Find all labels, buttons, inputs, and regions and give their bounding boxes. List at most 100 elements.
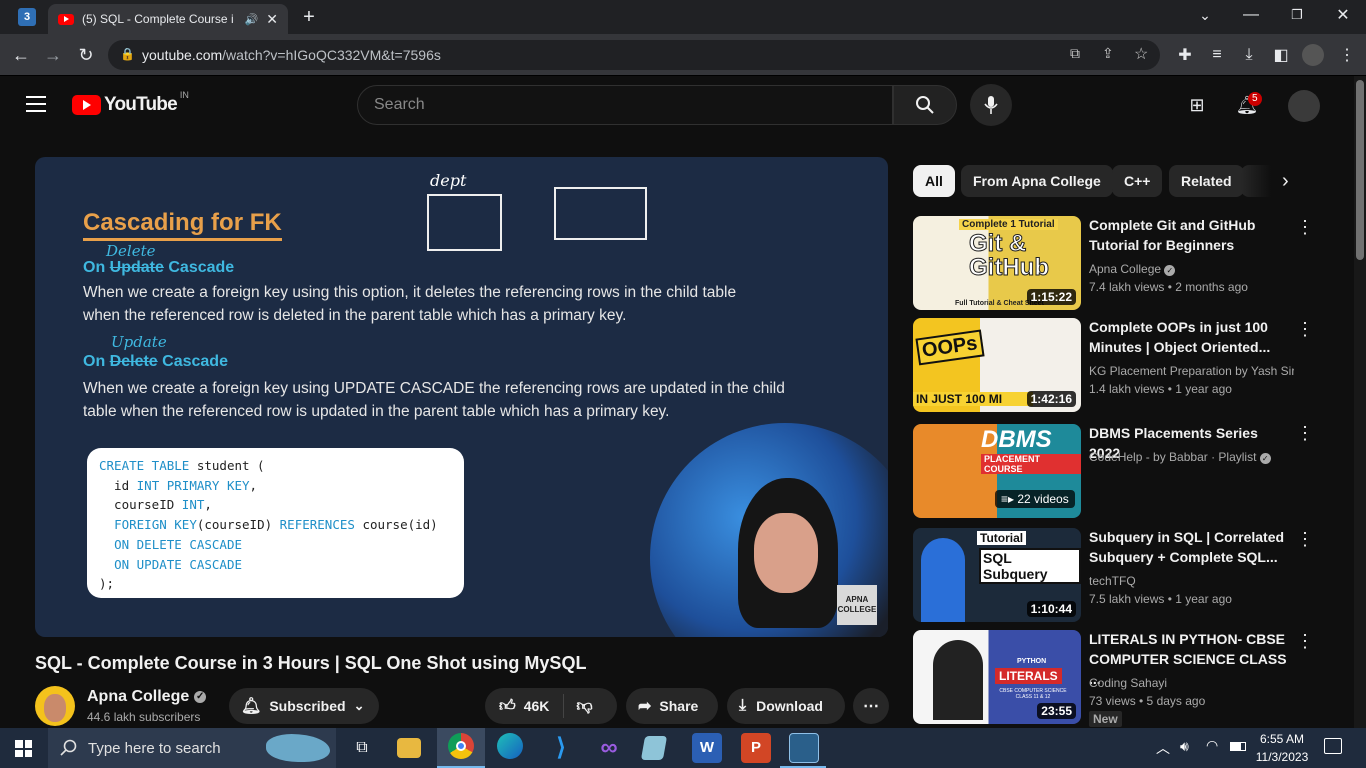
dislike-button[interactable]: 👎︎ [564,697,604,716]
youtube-logo-icon [72,95,101,115]
heading2-struck: Delete [109,353,158,370]
account-avatar[interactable] [1288,90,1320,122]
channel-avatar[interactable] [35,686,75,726]
battery-icon[interactable] [1230,742,1246,751]
youtube-logo[interactable]: YouTube IN [72,90,189,116]
recommendation-thumbnail[interactable]: Tutorial SQL Subquery 1:10:44 [913,528,1081,622]
media-icon[interactable]: ≡ [1206,44,1228,66]
paragraph-update-cascade: When we create a foreign key using UPDAT… [83,377,785,423]
recommendation-menu-icon[interactable]: ⋮ [1296,529,1314,550]
minimize-icon[interactable]: — [1240,4,1262,26]
download-arrow-icon: ⤓ [739,697,747,714]
taskbar-search-placeholder: Type here to search [88,739,221,757]
wifi-icon[interactable]: ◠ [1206,737,1218,754]
microphone-icon [984,96,998,114]
clock-time[interactable]: 6:55 AM [1258,732,1306,746]
chip-from-apna-college[interactable]: From Apna College [961,165,1113,197]
address-bar[interactable]: 🔒 youtube.com/watch?v=hIGoQC332VM&t=7596… [108,40,1160,70]
page-scrollbar[interactable] [1354,76,1366,728]
volume-icon[interactable]: 🔊︎ [1180,738,1189,755]
taskbar-search-box[interactable]: Type here to search [48,728,336,768]
tab-search-chevron-icon[interactable]: ⌄ [1194,4,1216,26]
side-panel-icon[interactable]: ◧ [1270,44,1292,66]
search-input[interactable]: Search [357,85,893,125]
tab-search-icon[interactable]: 3 [18,8,36,26]
edge-icon[interactable] [497,733,523,759]
tab-close-icon[interactable]: ✕ [266,11,278,28]
verified-icon: ✓ [1259,453,1271,464]
like-count: 46K [523,698,550,714]
recommendation-channel[interactable]: techTFQ [1089,572,1136,590]
close-window-icon[interactable]: ✕ [1332,4,1354,26]
recommendation-channel[interactable]: KG Placement Preparation by Yash Sir [1089,362,1294,380]
snipping-tool-icon[interactable] [789,733,819,763]
recommendation-thumbnail[interactable]: PYTHON LITERALS CBSE COMPUTER SCIENCE CL… [913,630,1081,724]
channel-name[interactable]: Apna College ✓ [87,688,207,706]
recommendation-title[interactable]: Subquery in SQL | Correlated Subquery + C… [1089,527,1289,567]
new-tab-icon[interactable]: + [298,6,320,28]
share-button[interactable]: ➦ Share [626,688,718,724]
paragraph1-line2: when the referenced row is deleted in th… [83,307,627,324]
create-video-icon[interactable]: ⊞ [1186,94,1208,116]
search-highlight-whale-icon [266,734,330,762]
recommendation-menu-icon[interactable]: ⋮ [1296,217,1314,238]
file-explorer-icon[interactable] [397,738,421,758]
chip-cpp[interactable]: C++ [1112,165,1163,197]
like-button[interactable]: 👍︎ 46K [485,694,565,718]
recommendation-title[interactable]: Complete Git and GitHub Tutorial for Begi… [1089,215,1289,255]
recommendation-menu-icon[interactable]: ⋮ [1296,319,1314,340]
share-page-icon[interactable]: ⇪ [1102,45,1114,62]
recommendation-menu-icon[interactable]: ⋮ [1296,631,1314,652]
recommendation-thumbnail[interactable]: OOPs IN JUST 100 MI 1:42:16 [913,318,1081,412]
chips-next-chevron-icon[interactable]: › [1282,170,1289,193]
task-view-icon[interactable]: ⧉ [347,733,377,763]
powerpoint-icon[interactable]: P [741,733,771,763]
hamburger-menu-icon[interactable] [26,96,46,112]
visual-studio-icon[interactable]: ∞ [594,733,624,763]
forward-icon[interactable]: → [42,44,64,66]
speaker-icon: 🔊 [244,13,259,26]
vscode-icon[interactable]: ⟩ [546,733,576,763]
chip-all[interactable]: All [913,165,955,197]
extensions-icon[interactable]: ✚ [1174,44,1196,66]
voice-search-button[interactable] [970,84,1012,126]
lock-icon: 🔒 [120,47,135,61]
share-arrow-icon: ➦ [638,698,652,715]
tray-chevron-up-icon[interactable]: ︿ [1156,738,1170,758]
reload-icon[interactable]: ↻ [75,44,97,66]
thumb-subtitle: Complete 1 Tutorial [959,219,1058,230]
windows-start-icon[interactable] [15,740,32,757]
download-button[interactable]: ⤓ Download [727,688,845,724]
video-duration: 23:55 [1037,703,1076,719]
profile-avatar[interactable] [1302,44,1324,66]
bookmark-star-icon[interactable]: ☆ [1134,44,1148,64]
browser-tab-active[interactable]: (5) SQL - Complete Course i 🔊 ✕ [48,4,288,34]
download-icon[interactable]: ⤓ [1238,44,1260,66]
search-button[interactable] [893,85,957,125]
thumb-title: Git & GitHub [969,230,1050,281]
recommendation-menu-icon[interactable]: ⋮ [1296,423,1314,444]
notes-app-icon[interactable] [640,736,668,760]
chrome-icon[interactable] [448,733,474,759]
playlist-thumbnail[interactable]: DBMS PLACEMENT COURSE ≡▸ 22 videos [913,424,1081,518]
notification-center-icon[interactable] [1324,738,1342,754]
dept-label: dept [430,171,467,190]
word-icon[interactable]: W [692,733,722,763]
open-in-app-icon[interactable]: ⧉ [1070,45,1080,62]
recommendation-channel[interactable]: Coding Sahayi [1089,674,1167,692]
chip-related[interactable]: Related [1169,165,1244,197]
recommendation-channel[interactable]: CodeHelp - by Babbar · Playlist ✓ [1089,448,1271,466]
video-title: SQL - Complete Course in 3 Hours | SQL O… [35,653,587,673]
menu-icon[interactable]: ⋮ [1336,44,1358,66]
recommendation-thumbnail[interactable]: Complete 1 Tutorial Git & GitHub Full Tu… [913,216,1081,310]
subscribed-button[interactable]: 🔔︎ Subscribed ⌄ [229,688,379,724]
video-player[interactable]: Cascading for FK dept Delete On Update C… [35,157,888,637]
back-icon[interactable]: ← [10,44,32,66]
recommendation-channel[interactable]: Apna College ✓ [1089,260,1176,278]
thumb-subtitle: PLACEMENT COURSE [981,454,1081,474]
restore-icon[interactable]: ❐ [1286,4,1308,26]
more-actions-button[interactable]: ⋯ [853,688,889,724]
recommendation-title[interactable]: Complete OOPs in just 100 Minutes | Objec… [1089,317,1289,357]
clock-date[interactable]: 11/3/2023 [1254,750,1310,764]
browser-tab-strip: 3 (5) SQL - Complete Course i 🔊 ✕ + ⌄ — … [0,0,1366,34]
